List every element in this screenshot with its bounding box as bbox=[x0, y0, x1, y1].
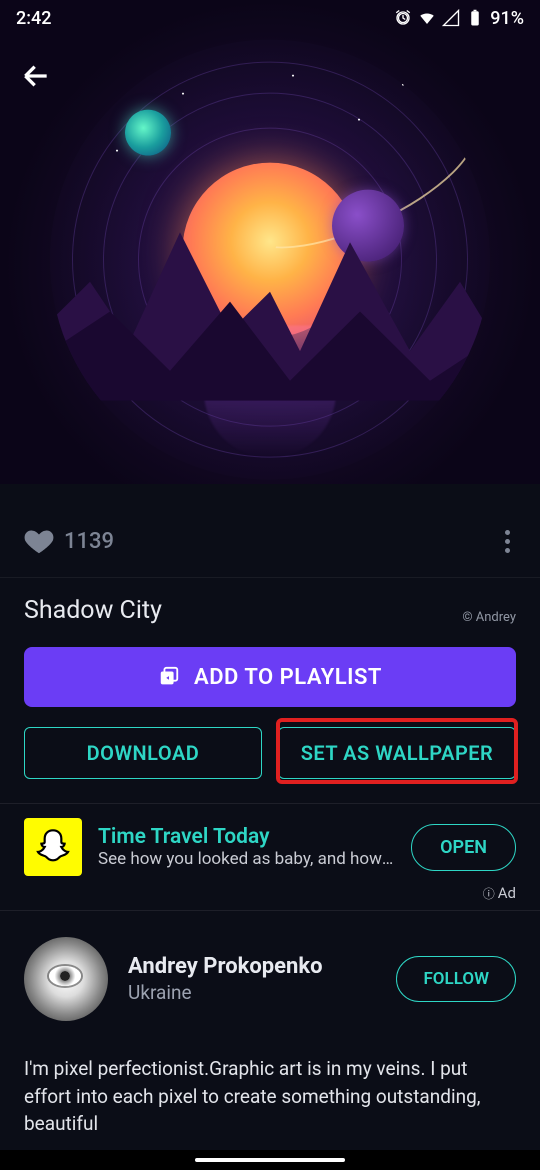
ad-text: Time Travel Today See how you looked as … bbox=[98, 825, 395, 869]
alarm-icon bbox=[394, 9, 412, 27]
author-avatar[interactable] bbox=[24, 937, 108, 1021]
follow-button[interactable]: FOLLOW bbox=[396, 956, 516, 1002]
back-button[interactable] bbox=[20, 60, 52, 96]
author-location: Ukraine bbox=[128, 981, 376, 1004]
ad-subtitle: See how you looked as baby, and how y… bbox=[98, 849, 395, 869]
battery-percent: 91% bbox=[490, 8, 524, 29]
ad-title: Time Travel Today bbox=[98, 825, 395, 849]
signal-icon bbox=[442, 9, 460, 27]
wifi-icon bbox=[418, 9, 436, 27]
author-row: Andrey Prokopenko Ukraine FOLLOW bbox=[0, 910, 540, 1031]
status-bar: 2:42 91% bbox=[0, 0, 540, 36]
ad-disclosure: Ad bbox=[0, 882, 540, 910]
ad-banner[interactable]: Time Travel Today See how you looked as … bbox=[0, 803, 540, 882]
more-menu-button[interactable] bbox=[499, 524, 516, 559]
status-icons: 91% bbox=[394, 8, 524, 29]
arrow-left-icon bbox=[20, 60, 52, 92]
download-label: DOWNLOAD bbox=[87, 741, 200, 765]
playlist-icon bbox=[158, 666, 180, 688]
author-name: Andrey Prokopenko bbox=[128, 954, 376, 979]
android-navbar[interactable] bbox=[0, 1150, 540, 1170]
add-to-playlist-label: ADD TO PLAYLIST bbox=[194, 665, 382, 690]
author-bio: I'm pixel perfectionist.Graphic art is i… bbox=[0, 1031, 540, 1138]
set-as-wallpaper-label: SET AS WALLPAPER bbox=[301, 741, 494, 765]
wallpaper-title: Shadow City bbox=[24, 596, 162, 625]
status-time: 2:42 bbox=[16, 8, 51, 29]
download-button[interactable]: DOWNLOAD bbox=[24, 727, 262, 779]
wallpaper-credit: © Andrey bbox=[462, 610, 516, 625]
wallpaper-preview[interactable] bbox=[0, 0, 540, 484]
ad-open-label: OPEN bbox=[440, 837, 487, 858]
ad-open-button[interactable]: OPEN bbox=[411, 824, 516, 871]
action-row: DOWNLOAD SET AS WALLPAPER bbox=[0, 707, 540, 803]
stats-row: 1139 bbox=[0, 484, 540, 578]
heart-icon bbox=[24, 527, 54, 557]
set-as-wallpaper-button[interactable]: SET AS WALLPAPER bbox=[278, 727, 516, 779]
follow-label: FOLLOW bbox=[423, 969, 489, 989]
battery-icon bbox=[466, 9, 484, 27]
nav-handle[interactable] bbox=[195, 1158, 345, 1162]
snapchat-icon bbox=[24, 818, 82, 876]
author-info[interactable]: Andrey Prokopenko Ukraine bbox=[128, 954, 376, 1004]
like-count: 1139 bbox=[64, 529, 114, 554]
add-to-playlist-button[interactable]: ADD TO PLAYLIST bbox=[24, 647, 516, 707]
wallpaper-art bbox=[50, 40, 490, 480]
title-row: Shadow City © Andrey bbox=[0, 578, 540, 641]
like-button[interactable]: 1139 bbox=[24, 527, 114, 557]
